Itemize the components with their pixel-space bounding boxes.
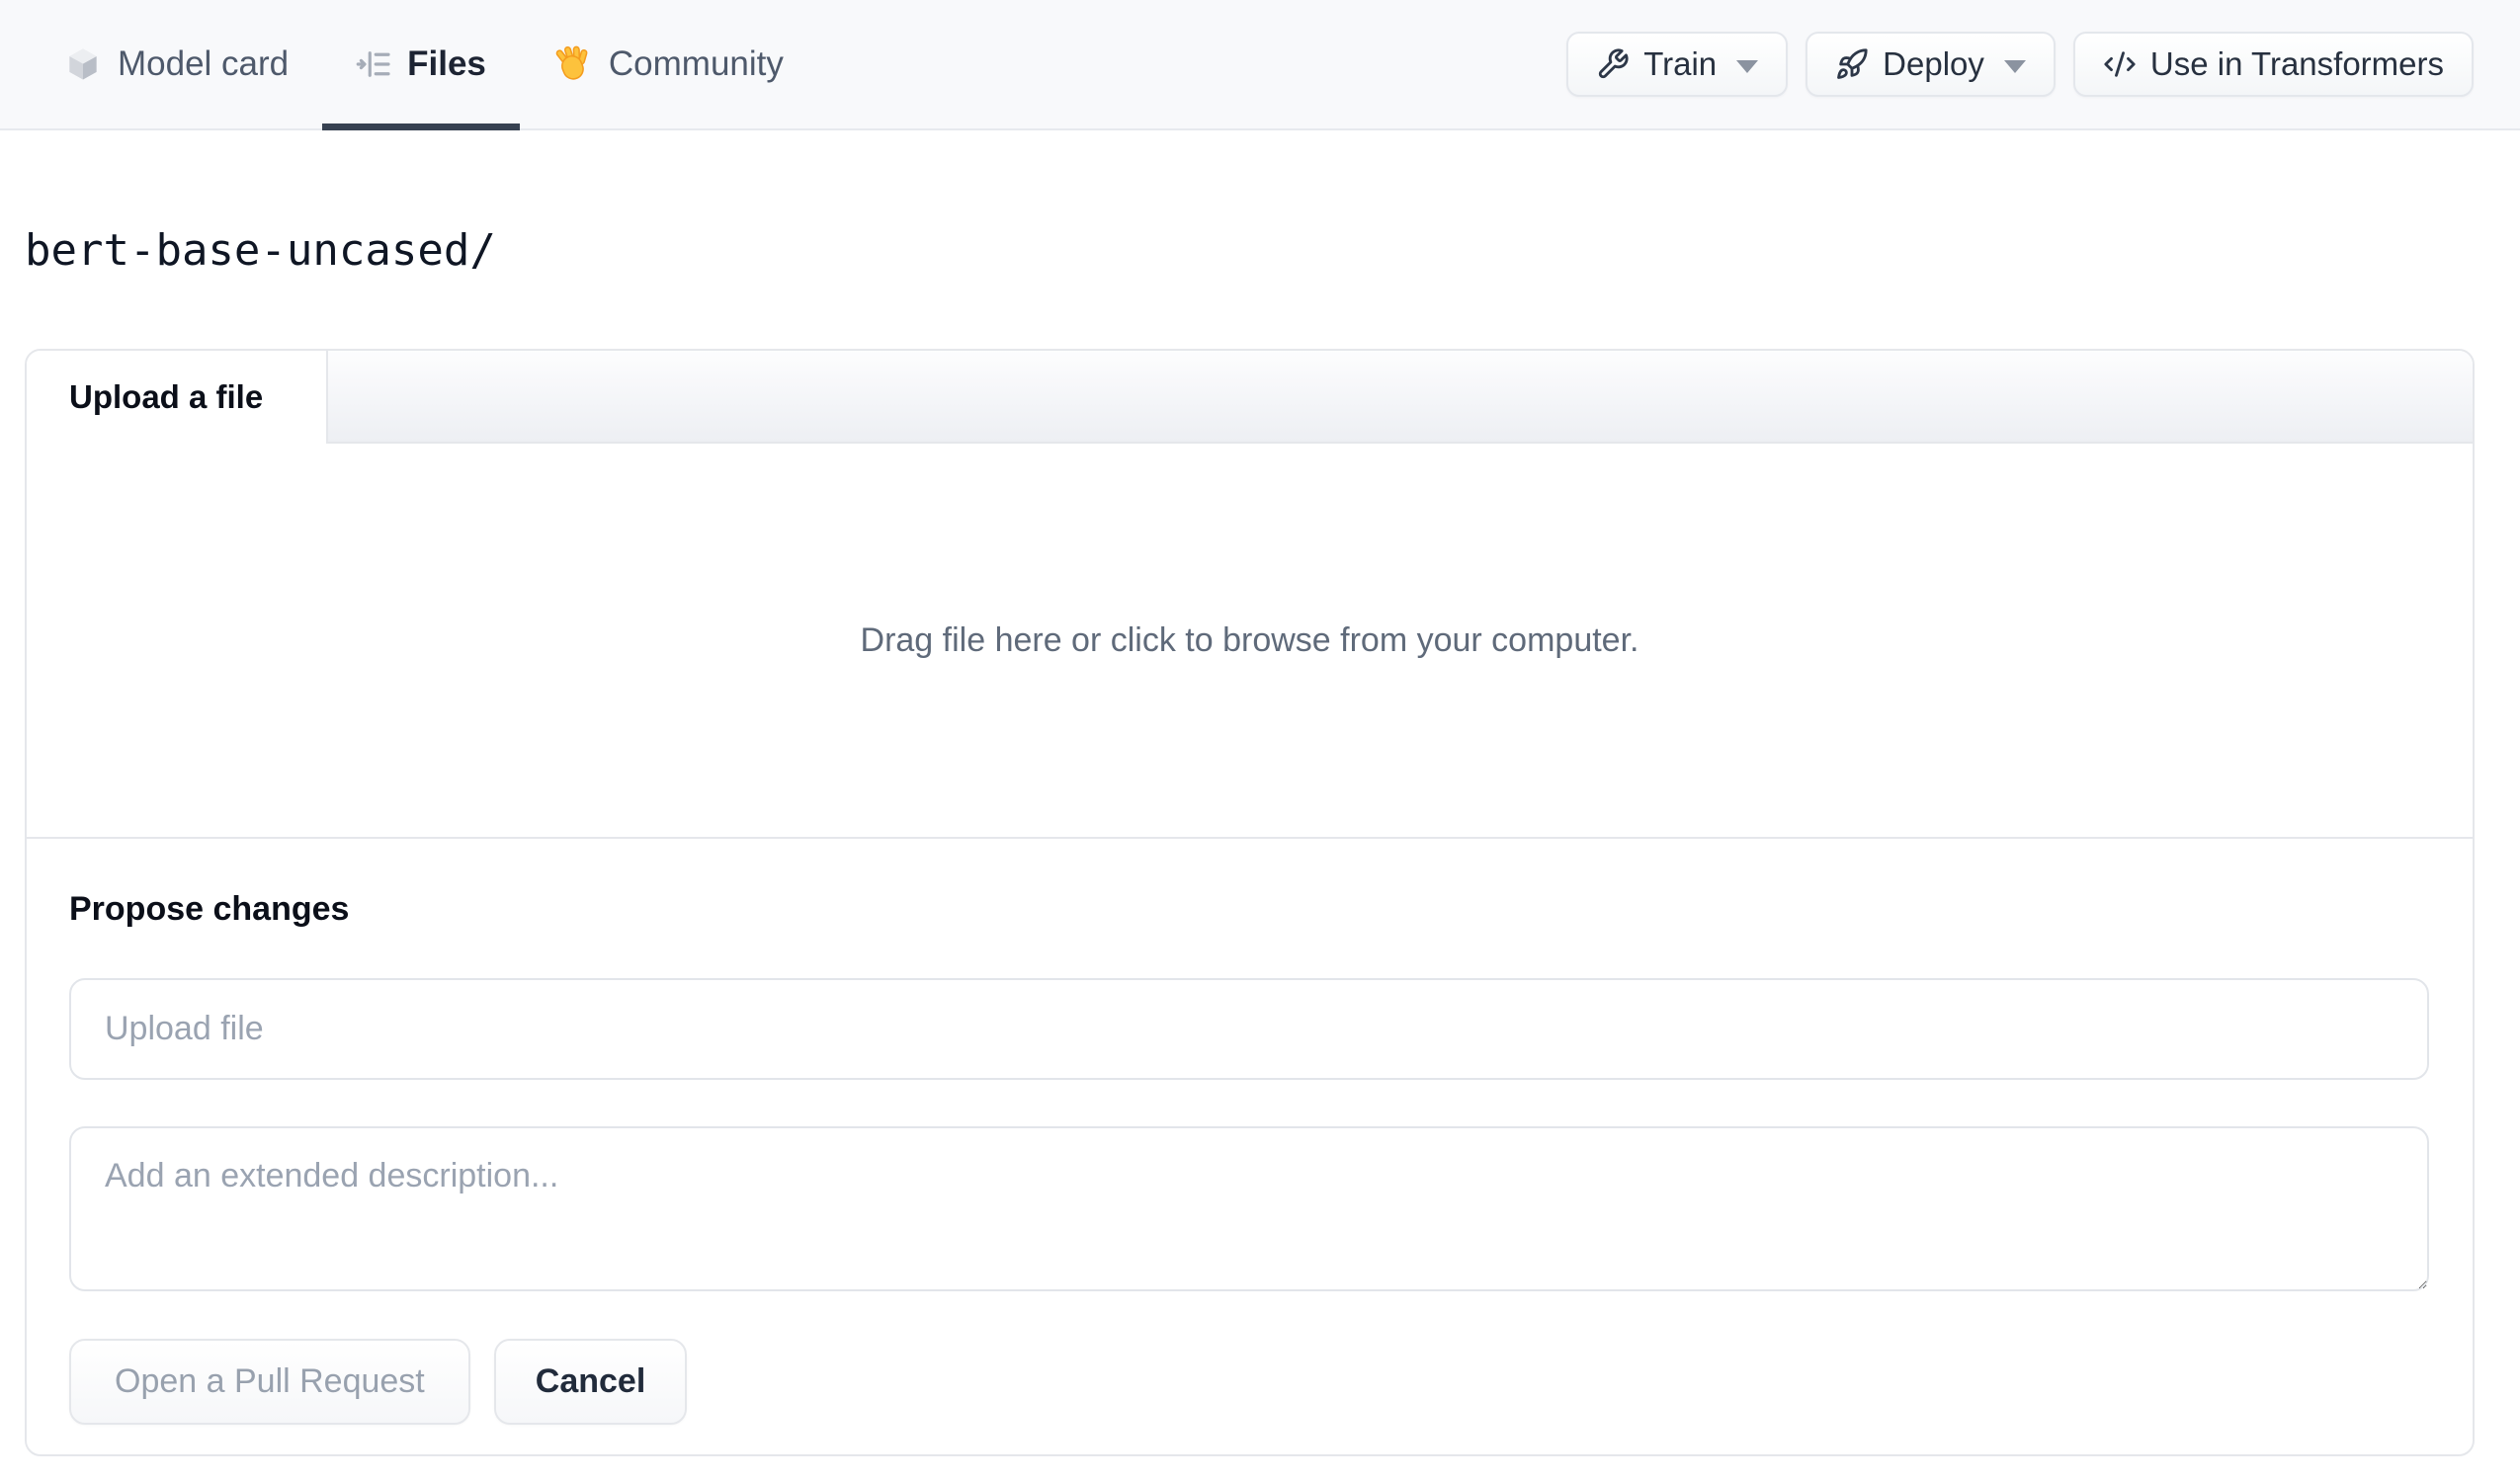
tabbar-filler [328, 351, 2473, 442]
chevron-down-icon [2003, 59, 2026, 73]
dropzone-hint-text: Drag file here or click to browse from y… [860, 620, 1639, 659]
code-icon [2103, 47, 2137, 81]
open-pull-request-button[interactable]: Open a Pull Request [69, 1339, 470, 1425]
cube-icon [64, 45, 102, 83]
upload-card-tabbar: Upload a file [27, 351, 2473, 444]
propose-changes-section: Propose changes Open a Pull Request Canc… [27, 839, 2473, 1454]
use-in-transformers-button[interactable]: Use in Transformers [2072, 32, 2474, 97]
files-list-icon [356, 46, 391, 82]
files-page: bert-base-uncased/ Upload a file Drag fi… [0, 225, 2520, 1456]
button-label: Train [1643, 45, 1718, 82]
upload-file-input[interactable] [69, 978, 2429, 1080]
rocket-icon [1835, 47, 1869, 81]
propose-changes-heading: Propose changes [69, 890, 350, 928]
button-label: Use in Transformers [2149, 45, 2444, 82]
button-label: Deploy [1883, 45, 1984, 82]
tab-label: Model card [118, 44, 290, 83]
tab-label: Files [407, 44, 486, 83]
chevron-down-icon [1736, 59, 1759, 73]
file-dropzone[interactable]: Drag file here or click to browse from y… [27, 444, 2473, 839]
deploy-button[interactable]: Deploy [1806, 32, 2056, 97]
cancel-button[interactable]: Cancel [493, 1339, 688, 1425]
active-tab-underline [322, 124, 520, 130]
tab-model-card[interactable]: Model card [31, 0, 322, 128]
form-buttons-row: Open a Pull Request Cancel [69, 1339, 2429, 1425]
tab-community[interactable]: Community [520, 0, 817, 128]
repo-navbar: Model card Files Community Train Deploy … [0, 0, 2520, 130]
tab-files[interactable]: Files [322, 0, 520, 130]
repo-tabs: Model card Files Community [64, 0, 817, 130]
upload-card: Upload a file Drag file here or click to… [25, 349, 2475, 1456]
extended-description-textarea[interactable] [69, 1126, 2429, 1291]
tab-label: Community [608, 44, 784, 83]
waving-hand-icon [553, 44, 593, 84]
wrench-icon [1596, 47, 1630, 81]
breadcrumb: bert-base-uncased/ [25, 225, 2475, 276]
repo-action-buttons: Train Deploy Use in Transformers [1566, 0, 2474, 128]
repo-path-link[interactable]: bert-base-uncased/ [25, 225, 496, 276]
train-button[interactable]: Train [1566, 32, 1789, 97]
tab-upload-a-file[interactable]: Upload a file [27, 351, 328, 444]
